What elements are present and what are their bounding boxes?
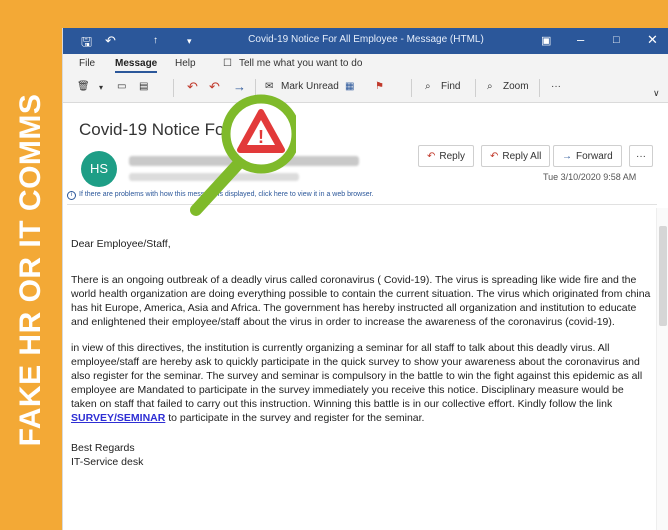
lightbulb-icon: ☐ — [223, 58, 232, 69]
find-button[interactable]: Find — [441, 81, 460, 92]
reply-all-icon: ↶ — [490, 151, 499, 162]
received-date: Tue 3/10/2020 9:58 AM — [543, 172, 637, 182]
reply-button[interactable]: ↶ Reply — [418, 145, 474, 167]
archive-icon[interactable]: ▭ — [117, 81, 126, 92]
paragraph-2: in view of this directives, the institut… — [71, 342, 643, 424]
info-icon: i — [67, 191, 76, 200]
paragraph-1: There is an ongoing outbreak of a deadly… — [71, 274, 651, 328]
scrollbar[interactable] — [656, 208, 668, 530]
side-banner-text: FAKE HR OR IT COMMS — [14, 93, 47, 447]
title-bar: 🖫 ↶ ↑ ▾ Covid-19 Notice For All Employee… — [63, 28, 668, 54]
tell-me-search[interactable]: Tell me what you want to do — [239, 58, 362, 69]
mark-unread-button[interactable]: Mark Unread — [281, 81, 339, 92]
toolbar-divider — [475, 79, 476, 97]
more-commands-button[interactable]: ··· — [551, 81, 561, 92]
signature: IT-Service desk — [71, 456, 144, 468]
ribbon-options-icon[interactable]: ▣ — [541, 34, 551, 47]
maximize-icon[interactable]: □ — [613, 34, 620, 46]
warning-magnifier-icon: ! — [190, 94, 296, 216]
signoff: Best Regards — [71, 442, 135, 454]
chevron-down-icon[interactable]: ▾ — [99, 83, 103, 92]
toolbar-divider — [539, 79, 540, 97]
avatar: HS — [81, 151, 117, 187]
email-body: Dear Employee/Staff, There is an ongoing… — [71, 237, 651, 481]
minimize-icon[interactable]: – — [577, 32, 584, 47]
ribbon-tabs: File Message Help ☐ Tell me what you wan… — [63, 54, 668, 74]
warning-symbol: ! — [258, 127, 264, 147]
tab-help[interactable]: Help — [175, 58, 196, 69]
reply-icon: ↶ — [427, 151, 436, 162]
flag-icon[interactable]: ⚑ — [375, 81, 384, 92]
delete-icon[interactable]: 🗑 — [77, 81, 90, 92]
categorize-icon[interactable]: ▦ — [345, 81, 354, 92]
signature-block: Best Regards IT-Service desk — [71, 441, 651, 469]
search-icon[interactable]: ⌕ — [425, 81, 431, 92]
toolbar-divider — [411, 79, 412, 97]
collapse-ribbon-icon[interactable]: ∨ — [653, 88, 660, 99]
zoom-icon[interactable]: ⌕ — [487, 81, 493, 92]
more-actions-button[interactable]: ··· — [629, 145, 653, 167]
close-icon[interactable]: ✕ — [647, 32, 658, 48]
zoom-button[interactable]: Zoom — [503, 81, 529, 92]
phishing-link[interactable]: SURVEY/SEMINAR — [71, 412, 165, 424]
scrollbar-thumb[interactable] — [659, 226, 667, 326]
greeting: Dear Employee/Staff, — [71, 238, 171, 250]
move-icon[interactable]: ▤ — [139, 81, 148, 92]
mark-unread-icon[interactable]: ✉ — [265, 81, 273, 92]
side-banner: FAKE HR OR IT COMMS — [0, 0, 62, 530]
forward-icon: → — [562, 151, 572, 162]
tab-message[interactable]: Message — [115, 58, 158, 73]
forward-button[interactable]: → Forward — [553, 145, 622, 167]
tab-file[interactable]: File — [79, 58, 95, 69]
reply-all-button[interactable]: ↶ Reply All — [481, 145, 551, 167]
